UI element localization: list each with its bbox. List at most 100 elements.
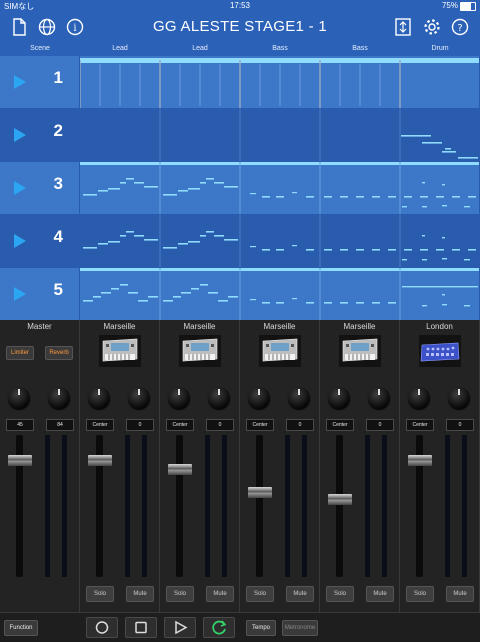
channel-fader[interactable]: [328, 494, 352, 505]
scene-row-1[interactable]: 1: [0, 56, 79, 108]
synth-icon[interactable]: [339, 335, 381, 367]
instrument-label: Marseille: [263, 322, 296, 331]
battery-text: 75%: [441, 1, 458, 10]
scene-number: 3: [53, 174, 63, 193]
solo-button[interactable]: Solo: [86, 586, 114, 602]
scene-row-4[interactable]: 4: [0, 215, 79, 267]
gear-icon[interactable]: [421, 16, 443, 38]
instrument-label: Marseille: [343, 322, 376, 331]
play-scene-icon[interactable]: [14, 287, 26, 301]
channel-strip-5: London Center 0 Solo Mute: [400, 320, 480, 612]
loop-button[interactable]: [203, 617, 235, 638]
play-button[interactable]: [164, 617, 196, 638]
send-knob[interactable]: [448, 387, 470, 409]
scene-row-5[interactable]: 5: [0, 268, 79, 320]
reverb-button[interactable]: Reverb: [45, 346, 73, 360]
send-knob[interactable]: [208, 387, 230, 409]
send-knob[interactable]: [288, 387, 310, 409]
send-knob[interactable]: [368, 387, 390, 409]
scene-grid: 1 2 3 4 5: [0, 56, 480, 320]
play-scene-icon[interactable]: [14, 181, 26, 195]
level-meter-right: [462, 435, 467, 577]
channel-fader[interactable]: [88, 455, 112, 466]
play-scene-icon[interactable]: [14, 234, 26, 248]
channel-fader[interactable]: [168, 464, 192, 475]
pan-knob[interactable]: [328, 387, 350, 409]
fader-track: [176, 435, 183, 577]
clip-row-4: [80, 215, 479, 267]
master-value-1: 45: [6, 419, 34, 431]
pan-knob[interactable]: [168, 387, 190, 409]
pan-knob[interactable]: [88, 387, 110, 409]
channel-strip-4: Marseille Center 0 Solo Mute: [320, 320, 400, 612]
level-meter-right: [142, 435, 147, 577]
level-meter-right: [302, 435, 307, 577]
synth-icon[interactable]: [179, 335, 221, 367]
header-track-5: Drum: [400, 42, 480, 56]
loop-icon: [212, 620, 227, 635]
svg-text:?: ?: [457, 23, 462, 34]
channel-fader[interactable]: [248, 487, 272, 498]
solo-button[interactable]: Solo: [406, 586, 434, 602]
level-meter-left: [285, 435, 290, 577]
export-icon[interactable]: [392, 16, 414, 38]
pan-knob[interactable]: [408, 387, 430, 409]
pan-value: Center: [246, 419, 274, 431]
scene-number: 2: [53, 121, 63, 140]
pan-knob[interactable]: [248, 387, 270, 409]
function-button[interactable]: Function: [4, 620, 38, 636]
mixer-panel: Master Limiter Reverb 45 84 Marseille Cen…: [0, 320, 480, 612]
scene-number: 4: [53, 227, 63, 246]
synth-icon[interactable]: [259, 335, 301, 367]
level-meter-left: [125, 435, 130, 577]
scene-number: 5: [53, 280, 63, 299]
battery-icon: [460, 2, 476, 11]
master-fader[interactable]: [8, 455, 32, 466]
play-scene-icon[interactable]: [14, 75, 26, 89]
solo-button[interactable]: Solo: [246, 586, 274, 602]
time-text: 17:53: [229, 1, 251, 10]
channel-fader[interactable]: [408, 455, 432, 466]
drum-machine-icon[interactable]: [419, 335, 461, 367]
channel-strip-1: Marseille Center 0 Solo Mute: [80, 320, 160, 612]
record-button[interactable]: [86, 617, 118, 638]
scene-row-2[interactable]: 2: [0, 109, 79, 161]
solo-button[interactable]: Solo: [166, 586, 194, 602]
stop-button[interactable]: [125, 617, 157, 638]
level-meter-right: [62, 435, 67, 577]
header-track-3: Bass: [240, 42, 320, 56]
scene-number: 1: [53, 68, 63, 87]
solo-button[interactable]: Solo: [326, 586, 354, 602]
send-knob[interactable]: [128, 387, 150, 409]
mute-button[interactable]: Mute: [286, 586, 314, 602]
pan-value: Center: [326, 419, 354, 431]
mute-button[interactable]: Mute: [366, 586, 394, 602]
clip-row-2: [80, 109, 479, 161]
level-meter-right: [382, 435, 387, 577]
synth-icon[interactable]: [99, 335, 141, 367]
master-knob-1[interactable]: [8, 387, 30, 409]
tempo-button[interactable]: Tempo: [246, 620, 276, 636]
master-label: Master: [27, 322, 52, 331]
help-icon[interactable]: ?: [449, 16, 471, 38]
level-meter-left: [445, 435, 450, 577]
send-value: 0: [206, 419, 234, 431]
mute-button[interactable]: Mute: [126, 586, 154, 602]
scene-row-3[interactable]: 3: [0, 162, 79, 214]
limiter-button[interactable]: Limiter: [6, 346, 34, 360]
clip-matrix[interactable]: [80, 56, 480, 320]
send-value: 0: [126, 419, 154, 431]
metronome-button[interactable]: Metronome: [282, 620, 318, 636]
master-knob-2[interactable]: [48, 387, 70, 409]
mute-button[interactable]: Mute: [446, 586, 474, 602]
stop-icon: [135, 621, 147, 634]
clip-row-3: [80, 162, 479, 214]
master-strip: Master Limiter Reverb 45 84: [0, 320, 80, 612]
nav-bar: i GG ALESTE STAGE1 - 1 ?: [0, 12, 480, 42]
instrument-label: Marseille: [183, 322, 216, 331]
level-meter-left: [45, 435, 50, 577]
channel-strip-2: Marseille Center 0 Solo Mute: [160, 320, 240, 612]
mute-button[interactable]: Mute: [206, 586, 234, 602]
header-track-1: Lead: [80, 42, 160, 56]
play-scene-icon[interactable]: [14, 128, 26, 142]
